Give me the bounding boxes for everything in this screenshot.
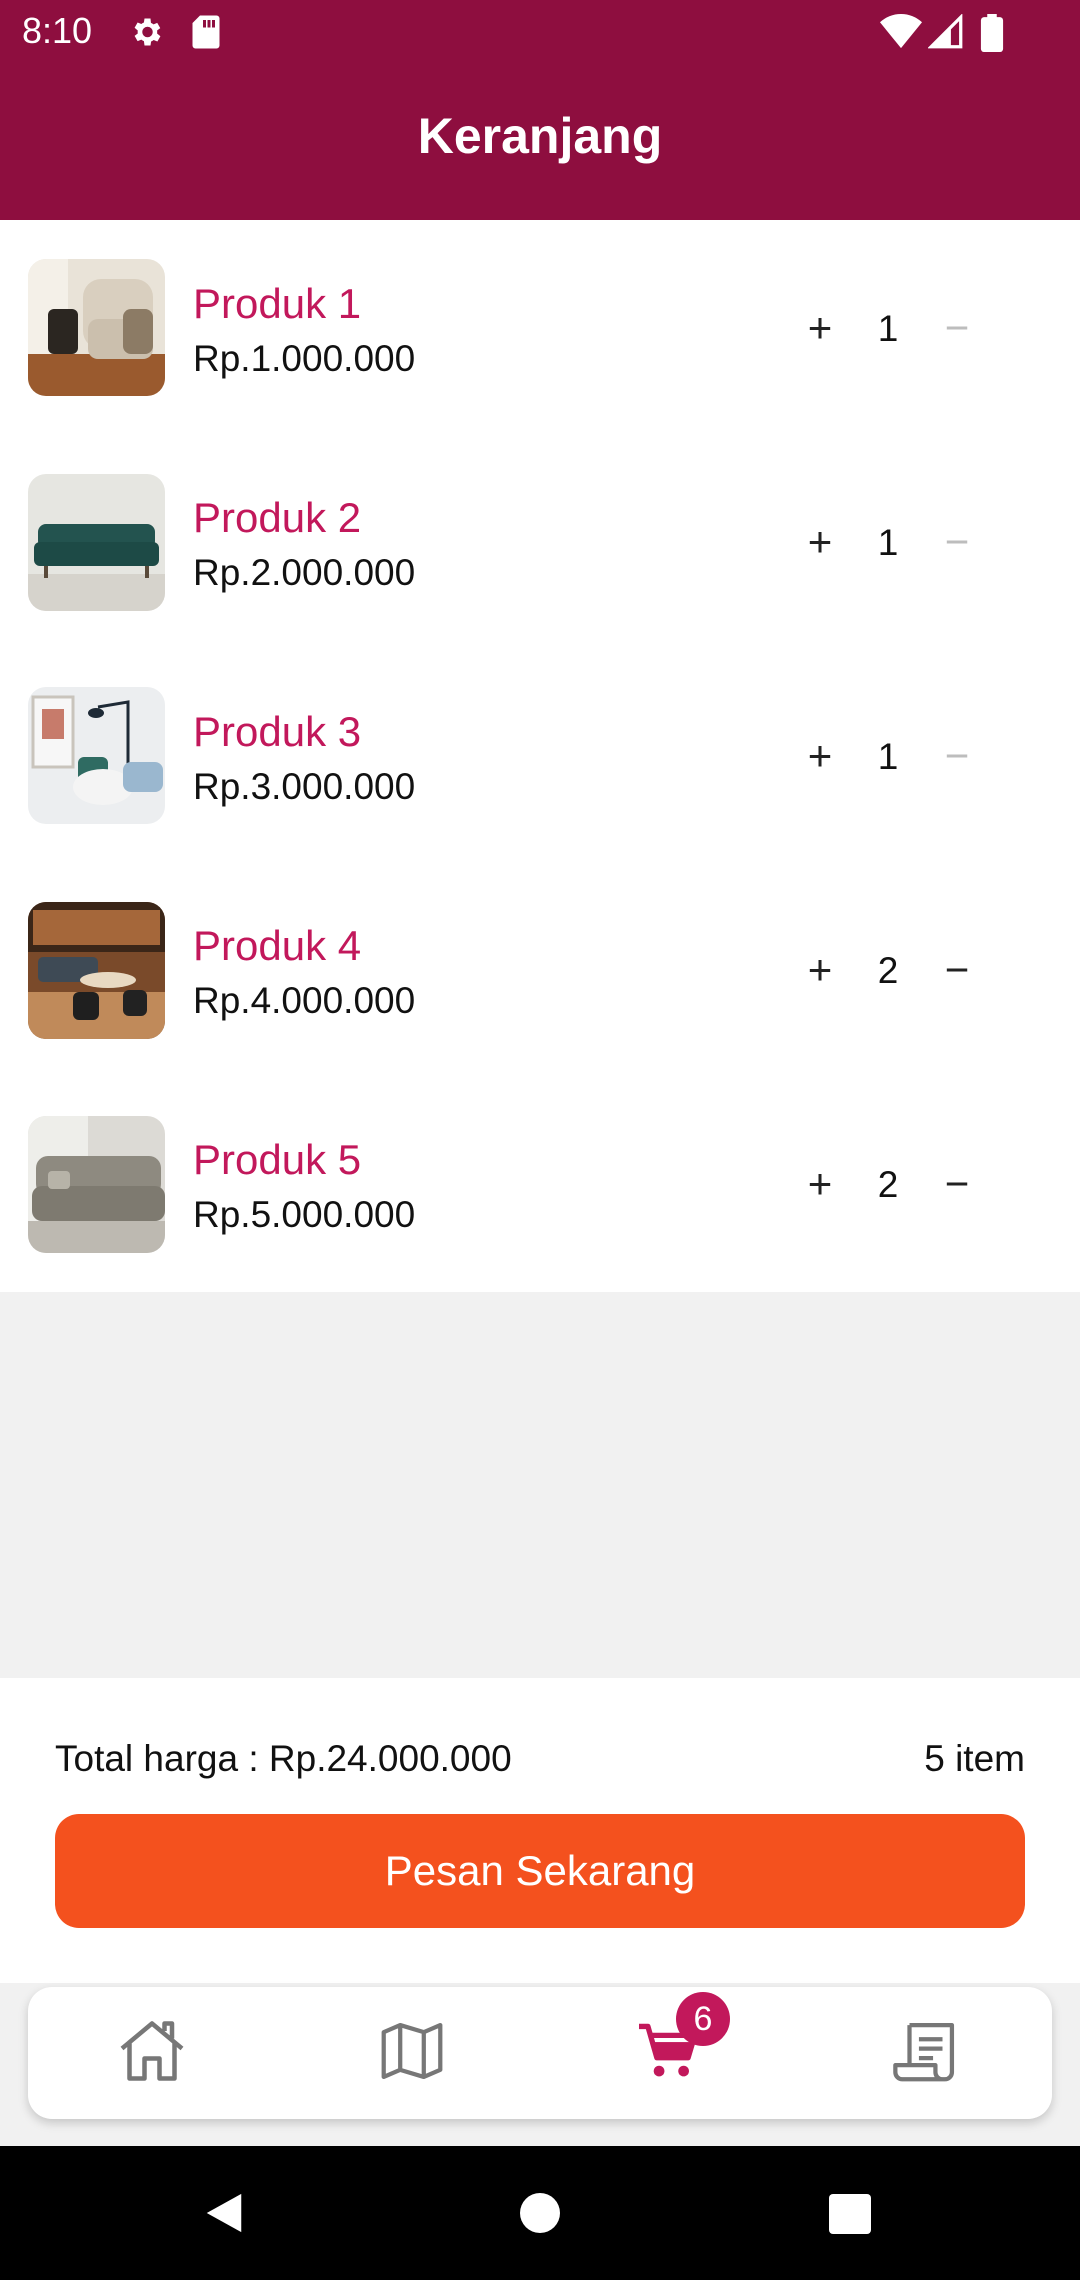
quantity-value: 2 xyxy=(877,1164,899,1205)
cart-item-3: Produk 3 Rp.3.000.000 + 1 − xyxy=(0,648,1080,862)
increase-quantity-button[interactable]: + xyxy=(790,298,850,358)
item-count: 5 item xyxy=(924,1738,1025,1779)
system-navigation-bar xyxy=(0,2146,1080,2280)
wifi-icon xyxy=(880,13,922,55)
increase-quantity-button[interactable]: + xyxy=(790,512,850,572)
product-image-5 xyxy=(28,1116,165,1253)
increase-quantity-button[interactable]: + xyxy=(790,940,850,1000)
app-bar: Keranjang xyxy=(0,66,1080,220)
decrease-quantity-button[interactable]: − xyxy=(927,512,987,572)
product-price: Rp.5.000.000 xyxy=(193,1194,416,1235)
status-time: 8:10 xyxy=(22,10,93,51)
quantity-value: 1 xyxy=(877,522,899,563)
decrease-quantity-button[interactable]: − xyxy=(927,940,987,1000)
product-image-3 xyxy=(28,687,165,824)
map-icon xyxy=(379,2020,445,2087)
cart-list: Produk 1 Rp.1.000.000 + 1 − Produk 2 Rp.… xyxy=(0,220,1080,1292)
product-image-1 xyxy=(28,259,165,396)
cart-item-2: Produk 2 Rp.2.000.000 + 1 − xyxy=(0,434,1080,648)
product-name: Produk 4 xyxy=(193,922,362,969)
quantity-value: 2 xyxy=(877,950,899,991)
increase-quantity-button[interactable]: + xyxy=(790,1154,850,1214)
product-image-2 xyxy=(28,474,165,611)
product-image-4 xyxy=(28,902,165,1039)
cart-item-1: Produk 1 Rp.1.000.000 + 1 − xyxy=(0,220,1080,434)
product-name: Produk 3 xyxy=(193,708,362,755)
decrease-quantity-button[interactable]: − xyxy=(927,298,987,358)
cart-badge: 6 xyxy=(676,1992,730,2046)
increase-quantity-button[interactable]: + xyxy=(790,726,850,786)
product-price: Rp.3.000.000 xyxy=(193,766,416,807)
bottom-navigation xyxy=(28,1987,1052,2119)
product-name: Produk 2 xyxy=(193,494,362,541)
home-button-icon[interactable] xyxy=(519,2192,561,2239)
total-price: Total harga : Rp.24.000.000 xyxy=(55,1738,512,1779)
back-icon[interactable] xyxy=(202,2190,246,2241)
product-name: Produk 5 xyxy=(193,1136,362,1183)
order-now-button[interactable]: Pesan Sekarang xyxy=(55,1814,1025,1928)
battery-icon xyxy=(980,14,1004,57)
settings-icon xyxy=(128,14,164,55)
product-price: Rp.2.000.000 xyxy=(193,552,416,593)
decrease-quantity-button[interactable]: − xyxy=(927,1154,987,1214)
product-name: Produk 1 xyxy=(193,280,362,327)
quantity-value: 1 xyxy=(877,308,899,349)
quantity-value: 1 xyxy=(877,736,899,777)
decrease-quantity-button[interactable]: − xyxy=(927,726,987,786)
product-price: Rp.4.000.000 xyxy=(193,980,416,1021)
sd-card-icon xyxy=(190,14,222,55)
cart-item-5: Produk 5 Rp.5.000.000 + 2 − xyxy=(0,1076,1080,1290)
order-summary: Total harga : Rp.24.000.000 5 item Pesan… xyxy=(0,1678,1080,1983)
nav-home[interactable] xyxy=(112,2013,192,2093)
product-price: Rp.1.000.000 xyxy=(193,338,416,379)
page-title: Keranjang xyxy=(417,108,663,164)
home-icon xyxy=(117,2018,187,2089)
nav-orders[interactable] xyxy=(886,2013,966,2093)
status-bar: 8:10 xyxy=(0,0,1080,66)
signal-icon xyxy=(927,13,964,55)
nav-map[interactable] xyxy=(372,2013,452,2093)
receipt-icon xyxy=(893,2020,959,2087)
cart-item-4: Produk 4 Rp.4.000.000 + 2 − xyxy=(0,862,1080,1076)
recents-icon[interactable] xyxy=(829,2194,871,2239)
